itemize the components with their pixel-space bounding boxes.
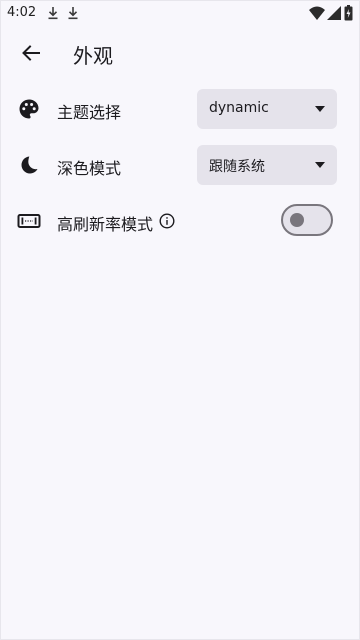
status-bar: 4:02 <box>1 1 360 25</box>
signal-icon <box>327 6 341 20</box>
download-icon <box>68 7 78 20</box>
info-icon[interactable] <box>159 213 175 229</box>
page-title: 外观 <box>73 44 113 68</box>
high-refresh-label: 高刷新率模式 <box>57 215 154 234</box>
status-time: 4:02 <box>7 5 37 20</box>
theme-dropdown[interactable]: dynamic <box>197 89 337 129</box>
theme-dropdown-value: dynamic <box>209 100 269 116</box>
dropdown-arrow-icon <box>315 162 325 168</box>
top-app-bar: 外观 <box>1 25 360 81</box>
back-button[interactable] <box>13 35 49 71</box>
toggle-thumb <box>290 213 304 227</box>
arrow-back-icon <box>22 45 40 61</box>
screen-icon <box>17 214 41 228</box>
palette-icon <box>19 99 39 119</box>
high-refresh-setting-row: 高刷新率模式 <box>1 193 360 249</box>
dropdown-arrow-icon <box>315 106 325 112</box>
high-refresh-toggle[interactable] <box>281 204 333 236</box>
moon-icon <box>21 156 38 174</box>
status-indicators <box>309 5 355 21</box>
dark-mode-dropdown-value: 跟随系统 <box>209 159 265 175</box>
dark-mode-dropdown[interactable]: 跟随系统 <box>197 145 337 185</box>
theme-label: 主题选择 <box>57 103 122 122</box>
wifi-icon <box>309 6 325 20</box>
appearance-screen: 4:02 外观 主题选择 dynamic 深色模式 跟随系统 高刷新率模式 <box>0 0 360 640</box>
battery-icon <box>344 5 353 21</box>
theme-setting-row: 主题选择 dynamic <box>1 81 360 137</box>
dark-mode-label: 深色模式 <box>57 159 122 178</box>
dark-mode-setting-row: 深色模式 跟随系统 <box>1 137 360 193</box>
download-icon <box>48 7 58 20</box>
